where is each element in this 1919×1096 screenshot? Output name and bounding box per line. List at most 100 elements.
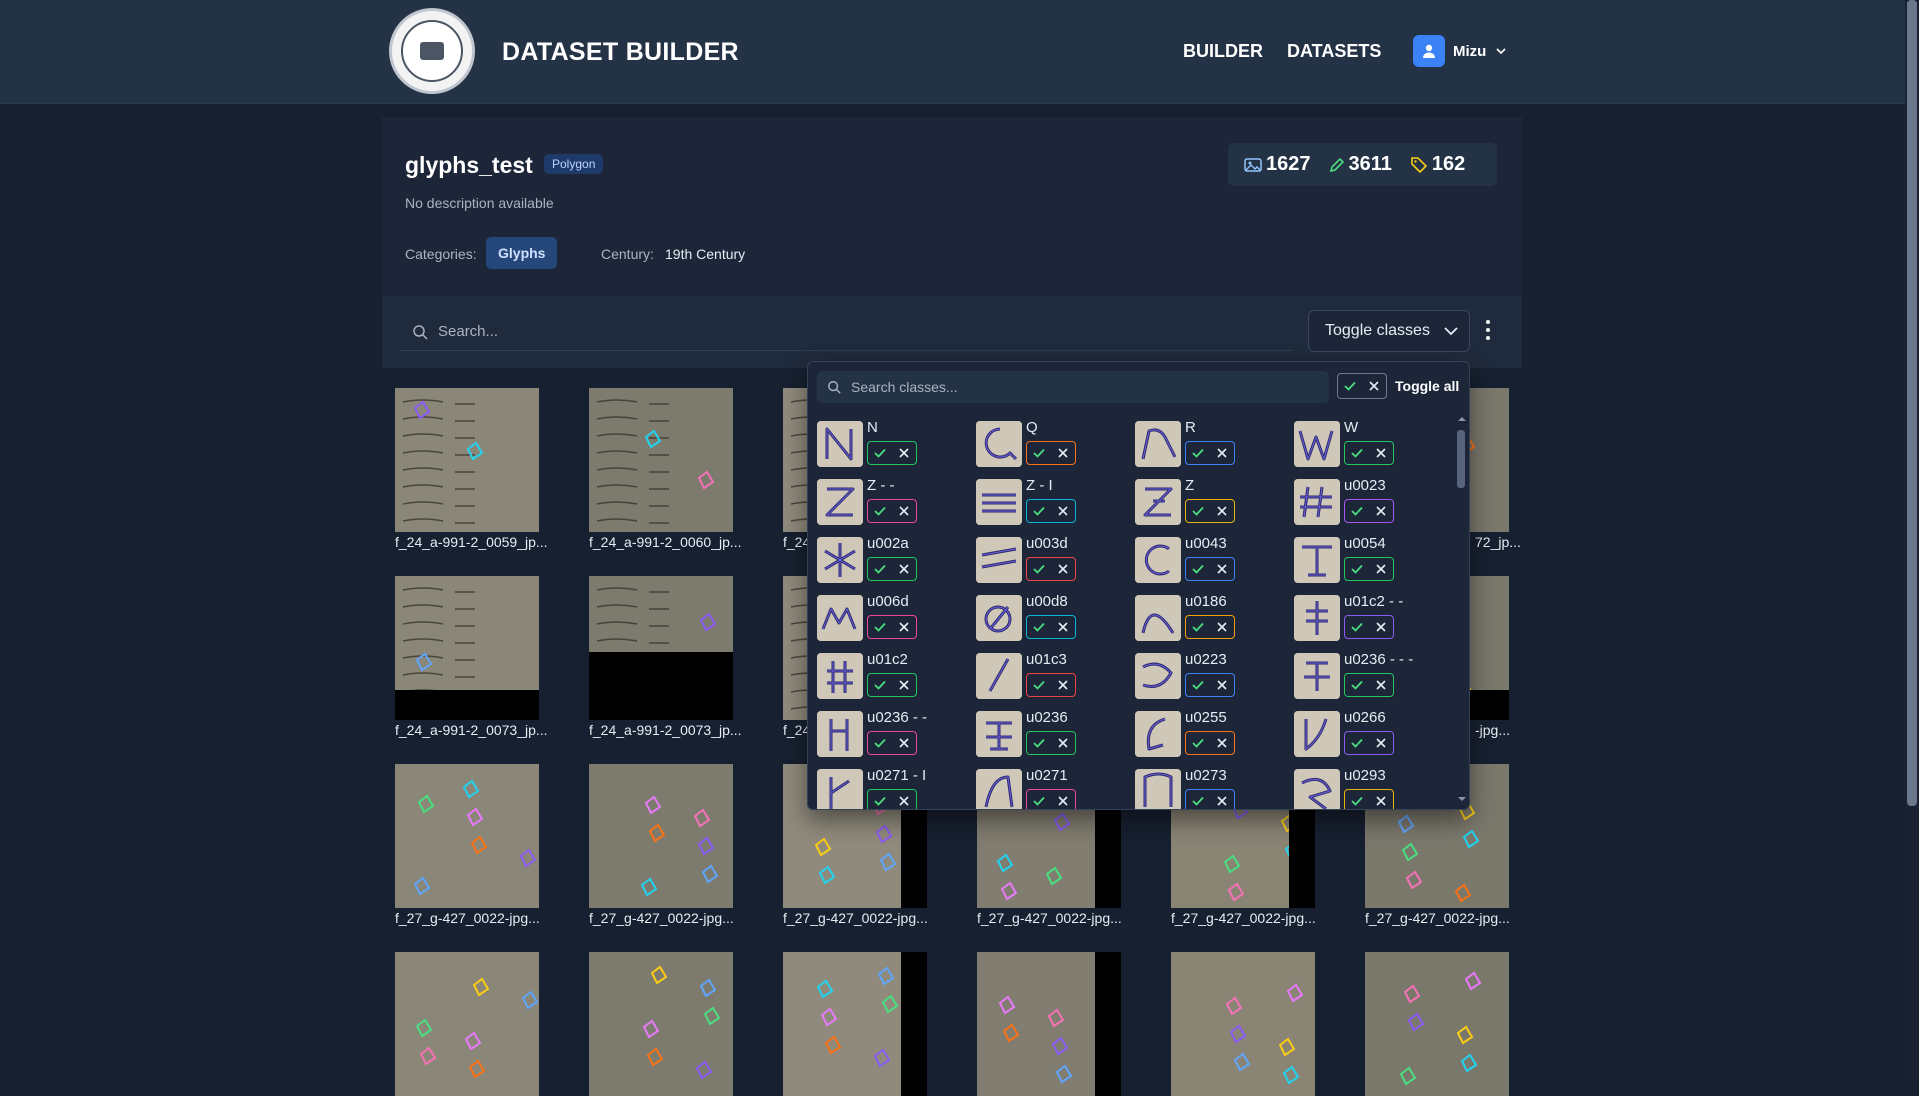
hide-class-x-icon[interactable] [1213, 618, 1231, 636]
show-class-check-icon[interactable] [1189, 502, 1207, 520]
hide-class-x-icon[interactable] [895, 444, 913, 462]
class-thumbnail[interactable] [1135, 711, 1181, 757]
hide-class-x-icon[interactable] [1372, 792, 1390, 809]
hide-class-x-icon[interactable] [1213, 502, 1231, 520]
hide-class-x-icon[interactable] [895, 734, 913, 752]
toggle-all-button[interactable]: Toggle all [1395, 378, 1459, 394]
image-thumbnail[interactable] [395, 388, 539, 532]
show-class-check-icon[interactable] [1189, 444, 1207, 462]
hide-class-x-icon[interactable] [1213, 560, 1231, 578]
show-class-check-icon[interactable] [1348, 560, 1366, 578]
hide-class-x-icon[interactable] [1372, 618, 1390, 636]
show-class-check-icon[interactable] [1189, 792, 1207, 809]
hide-class-x-icon[interactable] [1372, 444, 1390, 462]
class-thumbnail[interactable] [1294, 653, 1340, 699]
image-thumbnail[interactable] [395, 764, 539, 908]
class-thumbnail[interactable] [1294, 421, 1340, 467]
user-menu[interactable]: Mizu [1413, 34, 1506, 68]
hide-class-x-icon[interactable] [895, 502, 913, 520]
class-list-scroll-thumb[interactable] [1457, 430, 1465, 488]
hide-class-x-icon[interactable] [1054, 792, 1072, 809]
hide-class-x-icon[interactable] [1213, 734, 1231, 752]
image-search-input[interactable] [438, 323, 1258, 340]
class-thumbnail[interactable] [1294, 711, 1340, 757]
hide-class-x-icon[interactable] [1054, 734, 1072, 752]
show-class-check-icon[interactable] [1189, 618, 1207, 636]
hide-class-x-icon[interactable] [1213, 792, 1231, 809]
hide-class-x-icon[interactable] [895, 792, 913, 809]
show-class-check-icon[interactable] [1348, 618, 1366, 636]
class-thumbnail[interactable] [817, 769, 863, 809]
nav-builder-link[interactable]: BUILDER [1183, 41, 1263, 62]
class-thumbnail[interactable] [1294, 769, 1340, 809]
image-thumbnail[interactable] [395, 576, 539, 720]
class-thumbnail[interactable] [817, 537, 863, 583]
hide-class-x-icon[interactable] [1054, 618, 1072, 636]
image-thumbnail[interactable] [589, 388, 733, 532]
show-class-check-icon[interactable] [1030, 618, 1048, 636]
show-class-check-icon[interactable] [1030, 502, 1048, 520]
hide-class-x-icon[interactable] [1054, 676, 1072, 694]
enable-all-check-icon[interactable] [1341, 377, 1359, 395]
show-class-check-icon[interactable] [1030, 792, 1048, 809]
show-class-check-icon[interactable] [1030, 560, 1048, 578]
hide-class-x-icon[interactable] [1372, 502, 1390, 520]
hide-class-x-icon[interactable] [895, 618, 913, 636]
class-thumbnail[interactable] [1135, 421, 1181, 467]
show-class-check-icon[interactable] [1348, 676, 1366, 694]
class-thumbnail[interactable] [976, 653, 1022, 699]
class-thumbnail[interactable] [1294, 595, 1340, 641]
show-class-check-icon[interactable] [1348, 502, 1366, 520]
class-thumbnail[interactable] [976, 421, 1022, 467]
class-thumbnail[interactable] [817, 711, 863, 757]
nav-datasets-link[interactable]: DATASETS [1287, 41, 1381, 62]
image-thumbnail[interactable] [1171, 952, 1315, 1096]
show-class-check-icon[interactable] [1348, 444, 1366, 462]
class-thumbnail[interactable] [817, 653, 863, 699]
class-thumbnail[interactable] [1135, 653, 1181, 699]
hide-class-x-icon[interactable] [1054, 444, 1072, 462]
show-class-check-icon[interactable] [1189, 560, 1207, 578]
show-class-check-icon[interactable] [1030, 676, 1048, 694]
hide-class-x-icon[interactable] [1213, 444, 1231, 462]
hide-class-x-icon[interactable] [1054, 502, 1072, 520]
more-options-icon[interactable] [1480, 318, 1496, 342]
image-thumbnail[interactable] [395, 952, 539, 1096]
class-thumbnail[interactable] [1135, 595, 1181, 641]
class-thumbnail[interactable] [1135, 769, 1181, 809]
page-scroll-thumb[interactable] [1907, 0, 1917, 806]
show-class-check-icon[interactable] [871, 444, 889, 462]
image-thumbnail[interactable] [783, 952, 927, 1096]
category-chip[interactable]: Glyphs [486, 237, 558, 269]
class-thumbnail[interactable] [1294, 537, 1340, 583]
class-thumbnail[interactable] [1294, 479, 1340, 525]
image-thumbnail[interactable] [589, 952, 733, 1096]
hide-class-x-icon[interactable] [1054, 560, 1072, 578]
show-class-check-icon[interactable] [871, 676, 889, 694]
hide-class-x-icon[interactable] [1372, 560, 1390, 578]
class-thumbnail[interactable] [817, 479, 863, 525]
class-thumbnail[interactable] [976, 479, 1022, 525]
class-thumbnail[interactable] [1135, 537, 1181, 583]
hide-class-x-icon[interactable] [1372, 734, 1390, 752]
show-class-check-icon[interactable] [871, 792, 889, 809]
show-class-check-icon[interactable] [1348, 734, 1366, 752]
hide-class-x-icon[interactable] [1213, 676, 1231, 694]
class-thumbnail[interactable] [976, 595, 1022, 641]
scroll-up-icon[interactable] [1457, 415, 1467, 423]
show-class-check-icon[interactable] [871, 734, 889, 752]
image-thumbnail[interactable] [977, 952, 1121, 1096]
image-thumbnail[interactable] [1365, 952, 1509, 1096]
hide-class-x-icon[interactable] [1372, 676, 1390, 694]
toggle-classes-button[interactable]: Toggle classes [1308, 310, 1470, 352]
hide-class-x-icon[interactable] [895, 676, 913, 694]
show-class-check-icon[interactable] [1189, 734, 1207, 752]
disable-all-x-icon[interactable] [1365, 377, 1383, 395]
app-logo[interactable] [389, 8, 475, 94]
show-class-check-icon[interactable] [871, 502, 889, 520]
class-thumbnail[interactable] [1135, 479, 1181, 525]
class-thumbnail[interactable] [817, 595, 863, 641]
class-thumbnail[interactable] [976, 711, 1022, 757]
hide-class-x-icon[interactable] [895, 560, 913, 578]
class-thumbnail[interactable] [976, 769, 1022, 809]
